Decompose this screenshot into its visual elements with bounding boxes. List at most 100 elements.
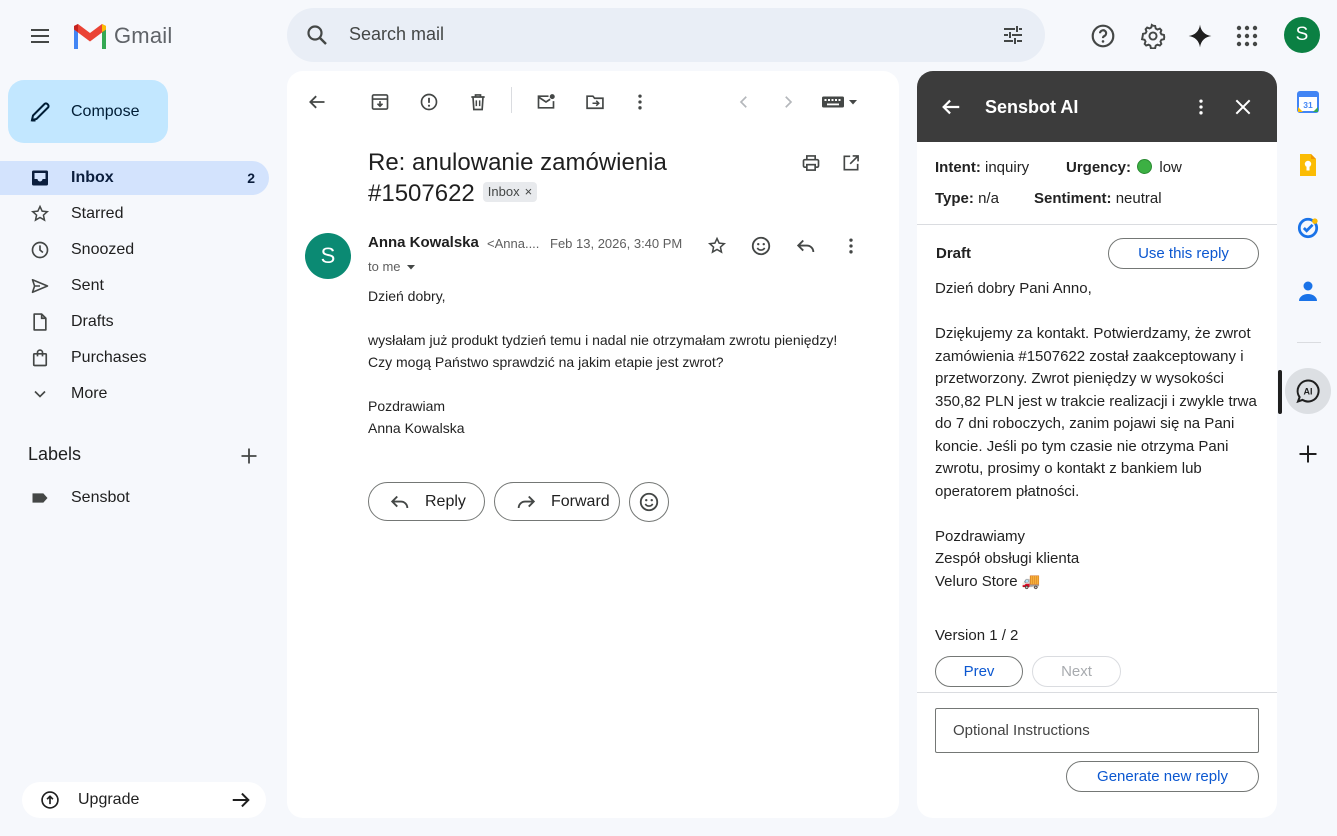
star-icon: [707, 236, 727, 254]
chip-label: Inbox: [487, 184, 520, 199]
email-view: Re: anulowanie zamówienia #1507622 Inbox ×…: [287, 71, 899, 818]
intent-field: Intent: inquiry: [935, 159, 1029, 176]
gemini-button[interactable]: [1180, 16, 1220, 56]
back-to-inbox-button[interactable]: [300, 85, 334, 119]
type-label: Type:: [935, 190, 974, 207]
reply-icon-button[interactable]: [790, 230, 822, 262]
delete-button[interactable]: [461, 85, 495, 119]
next-version-button[interactable]: Next: [1032, 656, 1121, 687]
older-email-button[interactable]: [771, 85, 805, 119]
close-icon: [1235, 99, 1251, 115]
upgrade-label: Upgrade: [78, 791, 140, 808]
nav-item-label-sensbot[interactable]: Sensbot: [0, 481, 269, 515]
plus-icon: [1299, 445, 1317, 463]
sensbot-close-button[interactable]: [1229, 93, 1257, 121]
nav-label: Purchases: [71, 349, 147, 366]
print-button[interactable]: [796, 148, 826, 178]
calendar-app-button[interactable]: 31: [1290, 84, 1326, 120]
nav-item-drafts[interactable]: Drafts: [0, 305, 269, 339]
move-to-button[interactable]: [578, 85, 612, 119]
body-line: [368, 307, 878, 329]
more-actions-button[interactable]: [623, 85, 657, 119]
report-spam-button[interactable]: [412, 85, 446, 119]
account-avatar[interactable]: S: [1284, 17, 1320, 53]
nav-item-sent[interactable]: Sent: [0, 269, 269, 303]
search-button[interactable]: [301, 19, 333, 51]
arrow-left-icon: [942, 99, 960, 115]
report-icon: [420, 93, 438, 111]
message-more-button[interactable]: [835, 230, 867, 262]
main-menu-button[interactable]: [20, 16, 60, 56]
nav-item-inbox[interactable]: Inbox 2: [0, 161, 269, 195]
nav-item-more[interactable]: More: [0, 377, 269, 411]
forward-icon: [517, 495, 536, 508]
settings-button[interactable]: [1133, 16, 1173, 56]
search-input[interactable]: Search mail: [349, 24, 444, 45]
add-reaction-button[interactable]: [745, 230, 777, 262]
sparkle-icon: [1188, 24, 1212, 48]
app-name: Gmail: [114, 23, 173, 48]
urgency-value: low: [1159, 159, 1182, 176]
contacts-app-button[interactable]: [1290, 273, 1326, 309]
sensbot-title: Sensbot AI: [985, 97, 1079, 117]
rail-divider: [1297, 342, 1321, 343]
recipient-details[interactable]: to me: [368, 259, 417, 274]
body-line: Anna Kowalska: [368, 420, 465, 436]
label-tag-icon: [32, 493, 48, 503]
apps-button[interactable]: [1227, 16, 1267, 56]
newer-email-button[interactable]: [727, 85, 761, 119]
sensbot-ai-app-button[interactable]: AI: [1285, 368, 1331, 414]
use-this-reply-button[interactable]: Use this reply: [1108, 238, 1259, 269]
upgrade-button[interactable]: Upgrade: [22, 782, 266, 818]
nav-item-snoozed[interactable]: Snoozed: [0, 233, 269, 267]
chevron-right-icon: [785, 96, 793, 108]
optional-instructions-input[interactable]: [935, 708, 1259, 753]
remove-label-icon[interactable]: ×: [525, 184, 533, 200]
sensbot-more-button[interactable]: [1187, 93, 1215, 121]
draft-line: Dzień dobry Pani Anno,: [935, 280, 1092, 297]
generate-new-reply-button[interactable]: Generate new reply: [1066, 761, 1259, 792]
more-vertical-icon: [849, 238, 853, 254]
sensbot-back-button[interactable]: [937, 93, 965, 121]
keep-app-button[interactable]: [1290, 147, 1326, 183]
gmail-logo[interactable]: Gmail: [72, 20, 172, 52]
labels-heading: Labels: [28, 444, 82, 464]
compose-button[interactable]: Compose: [8, 80, 168, 143]
chevron-left-icon: [739, 96, 747, 108]
search-options-button[interactable]: [997, 19, 1029, 51]
nav-item-purchases[interactable]: Purchases: [0, 341, 269, 375]
body-line: wysłałam już produkt tydzień temu i nada…: [368, 332, 838, 348]
forward-label: Forward: [551, 492, 610, 510]
upgrade-icon: [41, 791, 59, 809]
sentiment-field: Sentiment: neutral: [1034, 190, 1162, 207]
help-icon: [1091, 24, 1115, 48]
tasks-app-button[interactable]: [1290, 210, 1326, 246]
open-new-window-button[interactable]: [836, 148, 866, 178]
nav-item-starred[interactable]: Starred: [0, 197, 269, 231]
react-emoji-button[interactable]: [629, 482, 669, 522]
search-bar[interactable]: Search mail: [287, 8, 1045, 62]
version-indicator: Version 1 / 2: [935, 627, 1019, 644]
nav-label: More: [71, 385, 108, 402]
unread-count: 2: [247, 170, 255, 186]
star-icon: [30, 204, 50, 222]
input-tools-button[interactable]: [817, 85, 863, 119]
get-addons-button[interactable]: [1290, 436, 1326, 472]
help-button[interactable]: [1083, 16, 1123, 56]
archive-button[interactable]: [363, 85, 397, 119]
star-email-button[interactable]: [701, 230, 733, 262]
inbox-label-chip[interactable]: Inbox ×: [482, 182, 538, 202]
create-label-button[interactable]: [236, 443, 262, 469]
toolbar-divider: [511, 87, 512, 113]
forward-button[interactable]: Forward: [494, 482, 620, 521]
mark-unread-button[interactable]: [529, 85, 563, 119]
open-in-new-icon: [843, 155, 859, 171]
sender-avatar[interactable]: S: [305, 233, 351, 279]
prev-version-button[interactable]: Prev: [935, 656, 1023, 687]
email-date: Feb 13, 2026, 3:40 PM: [550, 236, 683, 251]
divider: [917, 692, 1277, 693]
reply-button[interactable]: Reply: [368, 482, 485, 521]
sender-name[interactable]: Anna Kowalska: [368, 234, 479, 251]
search-icon: [307, 25, 327, 45]
draft-file-icon: [33, 313, 47, 331]
